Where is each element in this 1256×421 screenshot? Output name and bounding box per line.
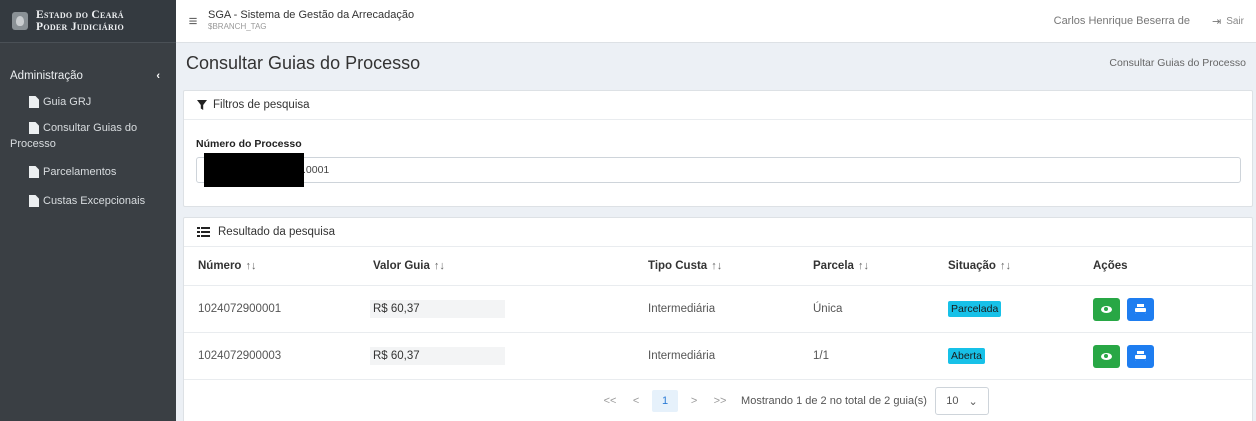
sort-icon[interactable]: ↑↓ <box>858 260 869 272</box>
results-card: Resultado da pesquisa Número ↑↓ Valor Gui… <box>183 217 1253 421</box>
app-title: SGA - Sistema de Gestão da Arrecadação <box>208 9 415 21</box>
document-icon <box>29 195 39 207</box>
process-number-input[interactable] <box>196 157 1241 183</box>
filters-title: Filtros de pesquisa <box>213 99 310 111</box>
sort-icon[interactable]: ↑↓ <box>1000 260 1011 272</box>
process-number-label: Número do Processo <box>196 138 302 150</box>
page-button-current[interactable]: 1 <box>652 390 679 412</box>
column-header-label: Situação <box>948 260 996 272</box>
cell-situacao: Parcelada <box>948 301 1093 317</box>
sidebar-item-parcelamentos[interactable]: Parcelamentos <box>0 159 176 185</box>
pagination-summary: Mostrando 1 de 2 no total de 2 guia(s) <box>741 395 927 407</box>
print-icon <box>1135 351 1146 361</box>
valor-value: R$ 60,37 <box>370 347 505 365</box>
filters-card: Filtros de pesquisa Número do Processo <box>183 90 1253 207</box>
cell-tipo: Intermediária <box>648 350 716 362</box>
menu-icon[interactable]: ≡ <box>178 13 208 30</box>
page-header: Consultar Guias do Processo Consultar Gu… <box>176 44 1256 82</box>
coat-of-arms-icon <box>12 12 28 30</box>
column-header-label: Tipo Custa <box>648 260 708 272</box>
column-header-label: Valor Guia <box>373 260 430 272</box>
logout-link[interactable]: Sair <box>1226 16 1244 27</box>
brand-logo[interactable]: Estado do Ceará Poder Judiciário <box>0 0 176 43</box>
sidebar-item-custas-excepcionais[interactable]: Custas Excepcionais <box>0 188 176 214</box>
cell-valor: R$ 60,37 <box>370 347 648 365</box>
table-row: 1024072900001 R$ 60,37 Intermediária Úni… <box>184 286 1252 333</box>
cell-valor: R$ 60,37 <box>370 300 648 318</box>
column-header-label: Parcela <box>813 260 854 272</box>
cell-acoes <box>1093 344 1252 368</box>
cell-tipo: Intermediária <box>648 303 716 315</box>
list-icon <box>197 227 210 237</box>
valor-value: R$ 60,37 <box>370 300 505 318</box>
table-header-row: Número ↑↓ Valor Guia ↑↓ Tipo Custa ↑↓ Parce… <box>184 247 1252 286</box>
column-header-numero[interactable]: Número ↑↓ <box>198 260 373 272</box>
cell-situacao: Aberta <box>948 348 1093 364</box>
next-page-button[interactable]: > <box>684 395 704 407</box>
user-name[interactable]: Carlos Henrique Beserra de <box>1054 15 1190 27</box>
page-size-select[interactable]: 10 ⌄ <box>934 387 989 415</box>
chevron-left-icon: ‹ <box>156 70 160 82</box>
sidebar: Estado do Ceará Poder Judiciário Adminis… <box>0 0 176 421</box>
sidebar-item-label: Custas Excepcionais <box>43 195 146 207</box>
app-title-block: SGA - Sistema de Gestão da Arrecadação $… <box>208 9 414 33</box>
cell-acoes <box>1093 297 1252 321</box>
prev-page-button[interactable]: < <box>626 395 646 407</box>
view-button[interactable] <box>1093 297 1120 321</box>
sidebar-item-guia-grj[interactable]: Guia GRJ <box>0 89 176 115</box>
redaction-block <box>204 153 304 187</box>
eye-icon <box>1101 352 1112 360</box>
column-header-valor[interactable]: Valor Guia ↑↓ <box>373 260 648 272</box>
filter-icon <box>197 100 207 110</box>
view-button[interactable] <box>1093 344 1120 368</box>
page-title: Consultar Guias do Processo <box>186 52 421 73</box>
cell-numero: 1024072900003 <box>198 350 282 362</box>
results-header: Resultado da pesquisa <box>184 218 1252 247</box>
sidebar-section-administracao[interactable]: Administração ‹ <box>0 63 176 89</box>
document-icon <box>29 96 39 108</box>
chevron-down-icon: ⌄ <box>968 395 978 408</box>
last-page-button[interactable]: >> <box>710 395 730 407</box>
column-header-label: Número <box>198 260 242 272</box>
sort-icon[interactable]: ↑↓ <box>434 260 445 272</box>
logout-icon[interactable]: ⇥ <box>1212 15 1221 28</box>
eye-icon <box>1101 305 1112 313</box>
sidebar-item-consultar-guias[interactable]: Consultar Guias do Processo <box>0 115 176 157</box>
sort-icon[interactable]: ↑↓ <box>711 260 722 272</box>
print-button[interactable] <box>1127 297 1154 321</box>
cell-parcela: 1/1 <box>813 350 829 362</box>
sidebar-section-label: Administração <box>10 70 83 82</box>
column-header-tipo[interactable]: Tipo Custa ↑↓ <box>648 260 813 272</box>
breadcrumb[interactable]: Consultar Guias do Processo <box>1109 57 1246 69</box>
sidebar-item-label: Parcelamentos <box>43 166 117 178</box>
brand-line-2: Poder Judiciário <box>36 21 125 33</box>
status-badge: Aberta <box>948 348 985 364</box>
document-icon <box>29 166 39 178</box>
column-header-parcela[interactable]: Parcela ↑↓ <box>813 260 948 272</box>
column-header-acoes: Ações <box>1093 260 1128 272</box>
page-size-value: 10 <box>946 395 959 407</box>
filters-header[interactable]: Filtros de pesquisa <box>184 91 1252 120</box>
table-row: 1024072900003 R$ 60,37 Intermediária 1/1… <box>184 333 1252 380</box>
sort-icon[interactable]: ↑↓ <box>245 260 256 272</box>
cell-parcela: Única <box>813 303 843 315</box>
pagination: << < 1 > >> Mostrando 1 de 2 no total de… <box>184 380 1252 421</box>
user-area: Carlos Henrique Beserra de ⇥ Sair <box>1054 15 1256 28</box>
sidebar-item-label: Guia GRJ <box>43 96 92 108</box>
column-header-situacao[interactable]: Situação ↑↓ <box>948 260 1093 272</box>
top-navbar: ≡ SGA - Sistema de Gestão da Arrecadação… <box>176 0 1256 43</box>
branch-tag: $BRANCH_TAG <box>208 22 267 31</box>
cell-numero: 1024072900001 <box>198 303 282 315</box>
print-button[interactable] <box>1127 344 1154 368</box>
print-icon <box>1135 304 1146 314</box>
first-page-button[interactable]: << <box>600 395 620 407</box>
brand-line-1: Estado do Ceará <box>36 9 124 21</box>
status-badge: Parcelada <box>948 301 1002 317</box>
results-title: Resultado da pesquisa <box>218 226 335 238</box>
brand-text: Estado do Ceará Poder Judiciário <box>36 9 124 33</box>
